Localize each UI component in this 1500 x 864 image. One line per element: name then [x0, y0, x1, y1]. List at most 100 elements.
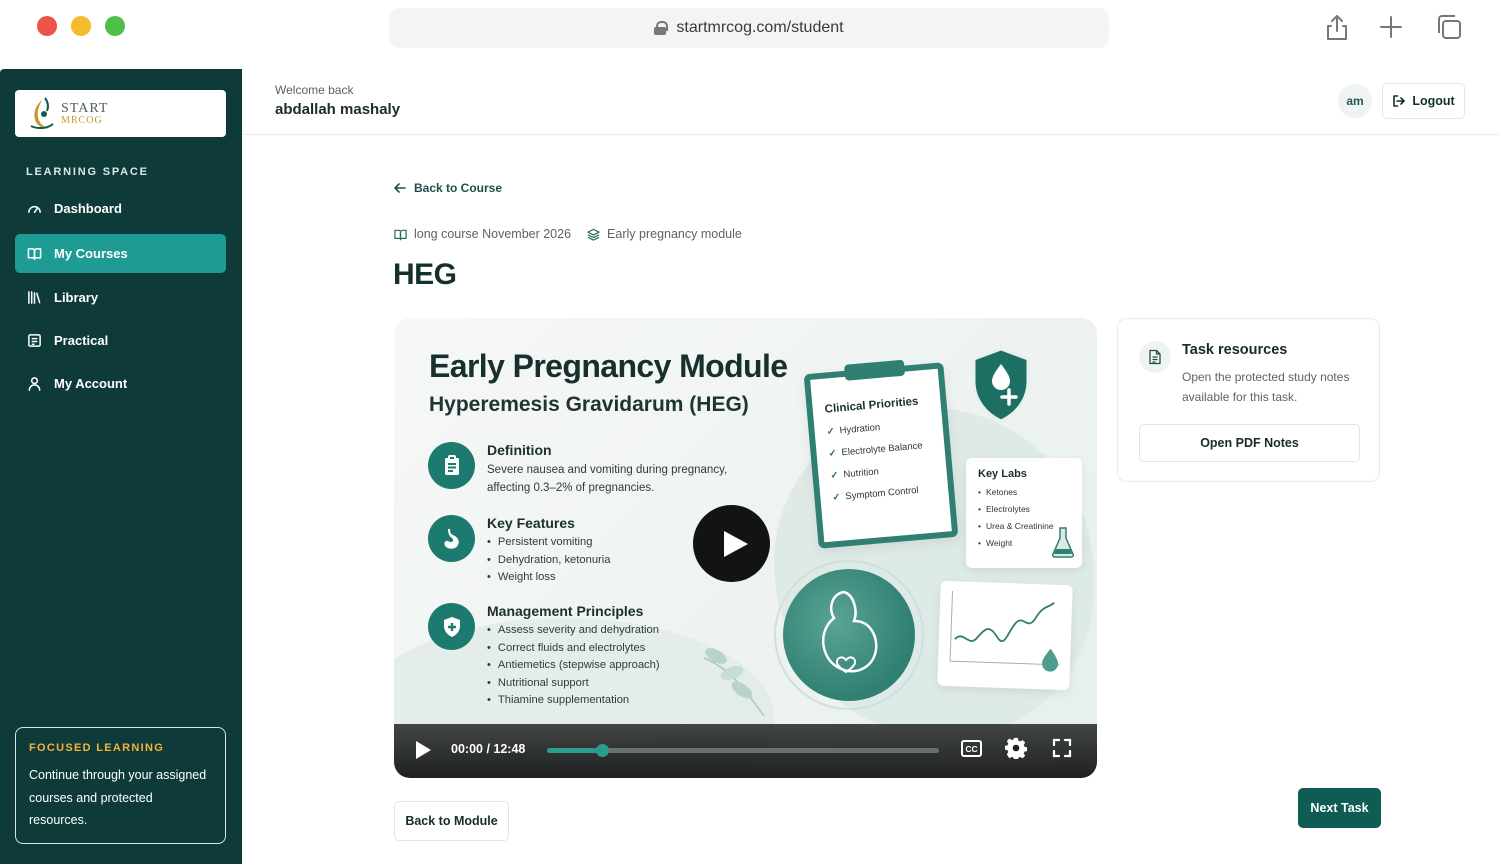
- clipboard-heading: Clinical Priorities: [824, 395, 919, 416]
- minimize-window-button[interactable]: [71, 16, 91, 36]
- task-resources-card: Task resources Open the protected study …: [1117, 318, 1380, 482]
- arrow-left-icon: [394, 183, 406, 193]
- tabs-overview-icon[interactable]: [1434, 12, 1464, 42]
- pregnancy-icon: [822, 590, 878, 674]
- list-item: Dehydration, ketonuria: [487, 552, 611, 570]
- management-heading: Management Principles: [487, 603, 644, 619]
- book-open-icon: [394, 229, 407, 240]
- management-section: Management Principles Assess severity an…: [428, 603, 660, 710]
- book-open-icon: [27, 248, 42, 260]
- leaf-decoration-icon: [703, 648, 765, 717]
- seek-bar[interactable]: [547, 744, 939, 757]
- clinical-priorities-clipboard: Clinical Priorities Hydration Electrolyt…: [803, 362, 959, 549]
- fullscreen-icon[interactable]: [1052, 738, 1072, 758]
- next-task-button[interactable]: Next Task: [1298, 788, 1381, 828]
- focused-learning-label: FOCUSED LEARNING: [29, 742, 165, 754]
- seek-progress: [547, 748, 602, 753]
- logo-text-mrcog: MRCOG: [61, 114, 103, 126]
- open-pdf-notes-button[interactable]: Open PDF Notes: [1139, 424, 1360, 462]
- play-icon: [723, 530, 748, 557]
- new-tab-icon[interactable]: [1376, 12, 1406, 42]
- list-item: Correct fluids and electrolytes: [487, 640, 660, 658]
- sidebar-item-my-courses[interactable]: My Courses: [15, 234, 226, 273]
- video-slide-subtitle: Hyperemesis Gravidarum (HEG): [429, 393, 749, 416]
- list-item: Antiemetics (stepwise approach): [487, 657, 660, 675]
- sidebar-item-library[interactable]: Library: [15, 278, 226, 317]
- seek-handle[interactable]: [595, 744, 609, 757]
- sidebar-item-practical[interactable]: Practical: [15, 321, 226, 360]
- logo[interactable]: START MRCOG: [15, 90, 226, 137]
- list-item: Electrolyte Balance: [828, 439, 935, 459]
- avatar[interactable]: am: [1338, 84, 1372, 118]
- logout-icon: [1393, 95, 1406, 107]
- user-icon: [28, 377, 41, 391]
- focused-learning-card: FOCUSED LEARNING Continue through your a…: [15, 727, 226, 844]
- sidebar-item-my-account[interactable]: My Account: [15, 364, 226, 403]
- list-item: Thiamine supplementation: [487, 692, 660, 710]
- gauge-icon: [28, 205, 41, 213]
- list-item: Weight loss: [487, 569, 611, 587]
- task-resources-description: Open the protected study notes available…: [1182, 370, 1350, 404]
- play-overlay-button[interactable]: [693, 505, 770, 582]
- logo-mark-icon: [30, 96, 54, 129]
- browser-chrome: startmrcog.com/student: [0, 0, 1500, 69]
- back-to-course-label: Back to Course: [414, 181, 503, 195]
- document-icon: [1139, 341, 1171, 373]
- top-bar: Welcome back abdallah mashaly am Logout: [242, 69, 1500, 135]
- back-to-course-link[interactable]: Back to Course: [394, 181, 502, 195]
- logout-label: Logout: [1412, 94, 1455, 108]
- sidebar-item-dashboard[interactable]: Dashboard: [15, 189, 226, 228]
- shield-drop-icon: [972, 347, 1030, 423]
- maximize-window-button[interactable]: [105, 16, 125, 36]
- breadcrumb-course[interactable]: long course November 2026: [394, 227, 571, 241]
- shield-plus-icon: [428, 603, 475, 650]
- address-bar[interactable]: startmrcog.com/student: [389, 8, 1109, 48]
- lock-icon: [654, 21, 669, 35]
- welcome-text: Welcome back: [275, 83, 354, 97]
- key-features-list: Persistent vomiting Dehydration, ketonur…: [487, 534, 611, 587]
- sidebar-item-label: Dashboard: [54, 201, 122, 216]
- logo-text-start: START: [61, 100, 109, 116]
- breadcrumb: long course November 2026 Early pregnanc…: [394, 227, 742, 241]
- list-item: Hydration: [826, 417, 933, 437]
- close-window-button[interactable]: [37, 16, 57, 36]
- url-text: startmrcog.com/student: [676, 19, 844, 36]
- time-display: 00:00 / 12:48: [451, 742, 526, 756]
- definition-section: Definition Severe nausea and vomiting du…: [428, 442, 737, 497]
- key-features-heading: Key Features: [487, 515, 575, 531]
- definition-text: Severe nausea and vomiting during pregna…: [487, 464, 728, 494]
- vitals-graph-card: [937, 580, 1073, 691]
- sidebar-item-label: Practical: [54, 333, 109, 348]
- list-item: Nutritional support: [487, 675, 660, 693]
- line-graph-icon: [949, 591, 1061, 672]
- breadcrumb-module[interactable]: Early pregnancy module: [587, 227, 742, 241]
- back-to-module-button[interactable]: Back to Module: [394, 801, 509, 841]
- clipboard-icon: [428, 442, 475, 489]
- library-icon: [28, 291, 41, 304]
- sidebar-item-label: My Courses: [54, 246, 128, 261]
- flask-icon: [1052, 527, 1074, 558]
- management-list: Assess severity and dehydration Correct …: [487, 622, 660, 710]
- layers-icon: [587, 228, 600, 241]
- video-controls: 00:00 / 12:48 CC: [394, 724, 1097, 778]
- sidebar-item-label: Library: [54, 290, 99, 305]
- logout-button[interactable]: Logout: [1382, 83, 1465, 119]
- video-slide-title: Early Pregnancy Module: [429, 348, 788, 384]
- username: abdallah mashaly: [275, 101, 401, 118]
- clipboard-list-icon: [28, 334, 41, 347]
- gear-icon[interactable]: [1005, 737, 1027, 759]
- video-player[interactable]: Early Pregnancy Module Hyperemesis Gravi…: [394, 318, 1097, 778]
- breadcrumb-module-label: Early pregnancy module: [607, 227, 742, 241]
- share-icon[interactable]: [1322, 12, 1352, 42]
- key-labs-heading: Key Labs: [978, 468, 1027, 480]
- learning-space-label: LEARNING SPACE: [26, 166, 149, 178]
- list-item: Symptom Control: [832, 483, 939, 503]
- task-resources-title: Task resources: [1182, 342, 1288, 358]
- captions-button[interactable]: CC: [961, 740, 982, 757]
- play-button[interactable]: [414, 740, 432, 760]
- sidebar-item-label: My Account: [54, 376, 128, 391]
- list-item: Nutrition: [830, 461, 937, 481]
- breadcrumb-course-label: long course November 2026: [414, 227, 572, 241]
- stomach-icon: [428, 515, 475, 562]
- list-item: Ketones: [978, 487, 1070, 497]
